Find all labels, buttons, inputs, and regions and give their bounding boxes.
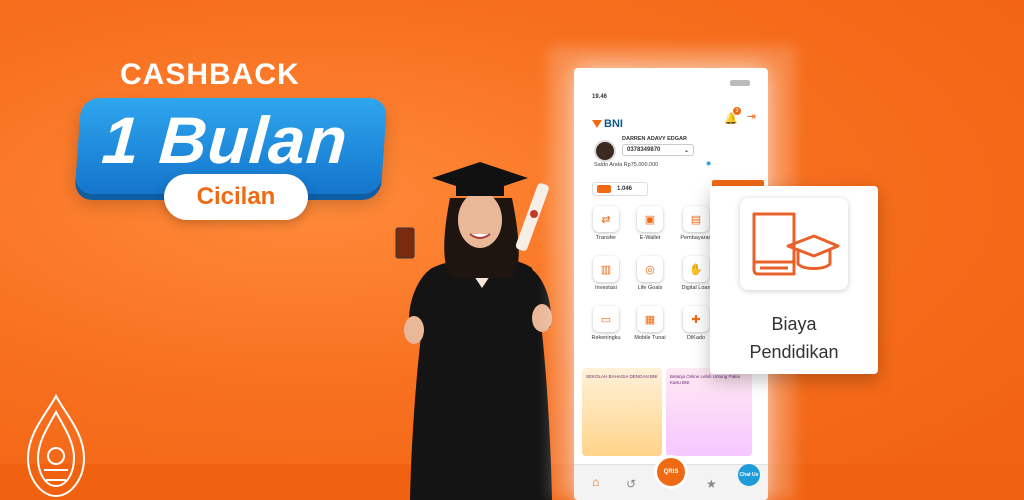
card-icon: ▭ — [600, 313, 612, 326]
cashback-heading: CASHBACK — [120, 58, 300, 91]
status-bar-icons — [730, 80, 750, 86]
balance-line: Saldo Anda Rp75.000.000 — [594, 162, 658, 168]
graduate-woman-figure — [395, 162, 552, 500]
menu-item-life-goals[interactable]: ◎ Life Goals — [630, 256, 670, 291]
home-icon[interactable]: ⌂ — [592, 475, 599, 489]
promo-value: 1.046 — [617, 186, 633, 192]
bill-icon: ▤ — [690, 213, 702, 226]
promo-badge-icon — [597, 185, 611, 193]
banner-text: SEKOLAH BAHAGIA DENGAN BNI — [586, 374, 658, 379]
status-time: 19.46 — [592, 94, 608, 100]
cash-icon: ▦ — [644, 313, 656, 326]
duration-text: 1 Bulan — [99, 103, 351, 177]
type-text: Cicilan — [196, 183, 276, 210]
menu-label: Rekeningku — [591, 335, 621, 341]
menu-item-rekeningku[interactable]: ▭ Rekeningku — [586, 306, 626, 341]
type-badge: Cicilan — [164, 174, 308, 220]
promo-points[interactable]: 1.046 — [592, 182, 648, 196]
target-icon: ◎ — [645, 263, 655, 276]
chat-button[interactable]: Chat Us — [738, 464, 760, 486]
bni-logo: BNI — [592, 118, 623, 130]
qris-button[interactable]: QRIS — [654, 455, 688, 489]
notification-count: 3 — [733, 107, 741, 115]
user-name: DARREN ADAVY EDGAR — [622, 136, 687, 142]
visibility-icon[interactable]: ◉ — [706, 160, 711, 167]
history-icon[interactable]: ↺ — [626, 477, 636, 491]
logout-icon[interactable]: ⇥ — [747, 110, 756, 123]
balance-label: Saldo Anda — [594, 162, 623, 168]
menu-item-transfer[interactable]: ⇄ Transfer — [586, 206, 626, 241]
wallet-icon: ▣ — [644, 213, 656, 226]
bni-mark-icon — [592, 120, 602, 128]
menu-label: Investasi — [595, 285, 617, 291]
batik-ornament-icon — [26, 393, 86, 498]
menu-label: Life Goals — [637, 285, 663, 291]
bni-logo-text: BNI — [604, 118, 623, 130]
education-label-line2: Pendidikan — [749, 342, 839, 362]
education-label: Biaya Pendidikan — [710, 310, 878, 366]
menu-label: Transfer — [595, 235, 617, 241]
promo-banner-school[interactable]: SEKOLAH BAHAGIA DENGAN BNI — [582, 368, 662, 456]
star-icon[interactable]: ★ — [706, 477, 717, 491]
account-selector[interactable]: 0378349870 ⌄ — [622, 144, 694, 156]
transfer-icon: ⇄ — [601, 213, 611, 226]
balance-value: Rp75.000.000 — [623, 162, 659, 168]
education-label-line1: Biaya — [771, 314, 817, 334]
education-feature-card[interactable]: Biaya Pendidikan — [710, 186, 878, 374]
chart-icon: ▥ — [600, 263, 612, 276]
promo-banner-online[interactable]: Belanja Online Lebih Untung Pakai Kartu … — [666, 368, 752, 456]
menu-label: E-Wallet — [639, 235, 661, 241]
education-tile — [740, 198, 848, 290]
menu-label: Mobile Tunai — [634, 335, 666, 341]
gift-icon: ✚ — [691, 313, 701, 326]
menu-item-mobile-tunai[interactable]: ▦ Mobile Tunai — [630, 306, 670, 341]
education-book-cap-icon — [752, 212, 840, 276]
menu-item-ewallet[interactable]: ▣ E-Wallet — [630, 206, 670, 241]
account-number: 0378349870 — [627, 147, 661, 153]
avatar[interactable] — [594, 140, 616, 162]
loan-icon: ✋ — [689, 263, 703, 276]
chevron-down-icon: ⌄ — [683, 147, 689, 154]
menu-item-investasi[interactable]: ▥ Investasi — [586, 256, 626, 291]
